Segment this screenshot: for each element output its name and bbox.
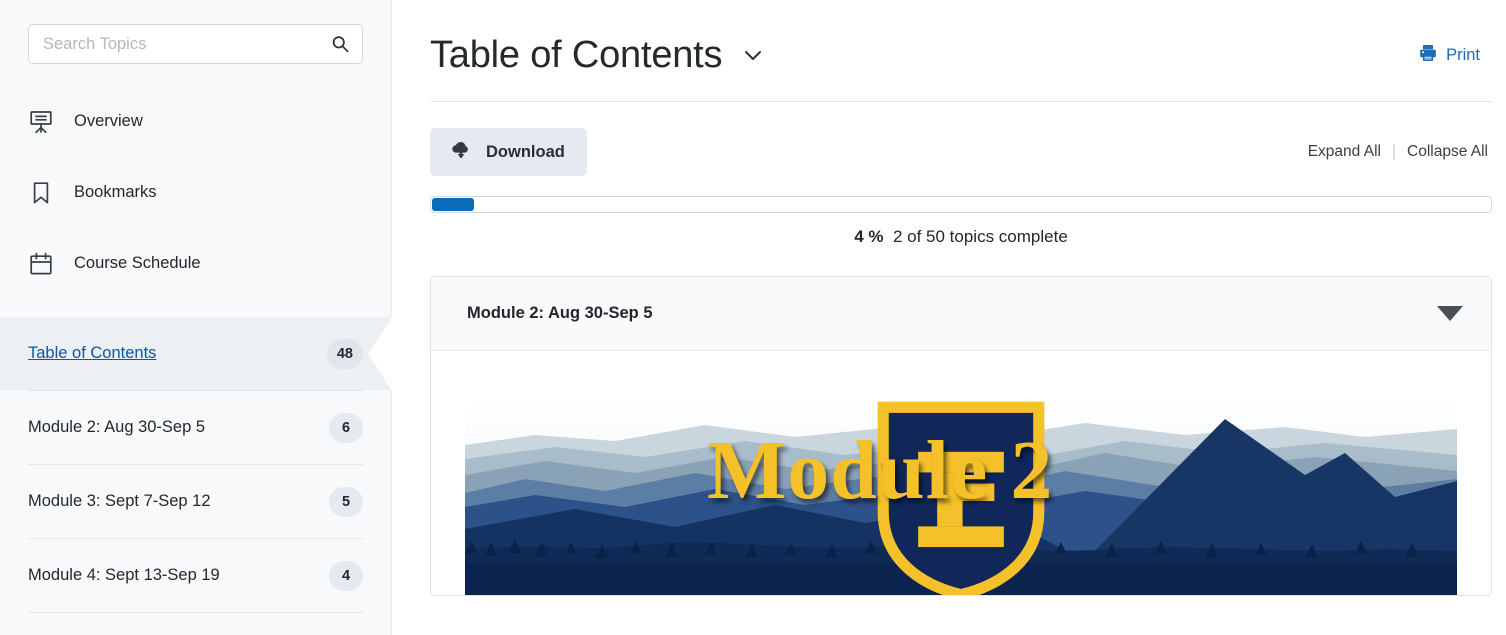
sidebar-item-module-2[interactable]: Module 2: Aug 30-Sep 5 6 <box>0 391 391 464</box>
toc-item-count-badge: 5 <box>329 486 363 517</box>
page-root: Overview Bookmarks Cou <box>0 0 1506 635</box>
module-title: Module 2: Aug 30-Sep 5 <box>467 304 653 322</box>
sidebar-nav: Overview Bookmarks Course Schedule <box>0 86 391 299</box>
toolbar: Download Expand All | Collapse All <box>430 128 1492 176</box>
toc-item-count-badge: 6 <box>329 412 363 443</box>
download-button[interactable]: Download <box>430 128 587 176</box>
module-card: Module 2: Aug 30-Sep 5 Module 2 <box>430 276 1492 596</box>
printer-icon <box>1418 43 1438 68</box>
sidebar-item-module-4[interactable]: Module 4: Sept 13-Sep 19 4 <box>0 539 391 612</box>
toc-item-label: Module 3: Sept 7-Sep 12 <box>28 492 211 510</box>
search-input[interactable] <box>43 34 330 54</box>
toc-list: Table of Contents 48 Module 2: Aug 30-Se… <box>0 317 391 613</box>
toc-item-count-badge: 48 <box>326 338 363 369</box>
print-button[interactable]: Print <box>1418 43 1492 68</box>
cloud-download-icon <box>450 139 472 166</box>
progress-bar-fill <box>432 198 475 211</box>
sidebar-item-table-of-contents[interactable]: Table of Contents 48 <box>0 317 391 390</box>
progress-topics-text: 2 of 50 topics complete <box>892 227 1068 246</box>
toc-item-label: Module 2: Aug 30-Sep 5 <box>28 418 206 436</box>
expand-all-button[interactable]: Expand All <box>1308 143 1381 161</box>
download-label: Download <box>486 142 565 161</box>
search-container <box>0 0 391 64</box>
sidebar-item-label: Overview <box>74 112 143 130</box>
page-title-group: Table of Contents <box>430 34 764 77</box>
collapse-all-button[interactable]: Collapse All <box>1407 143 1488 161</box>
sidebar: Overview Bookmarks Cou <box>0 0 392 635</box>
print-label: Print <box>1446 45 1480 64</box>
search-box[interactable] <box>28 24 363 64</box>
progress-bar <box>430 196 1492 213</box>
triangle-down-icon[interactable] <box>1437 306 1463 321</box>
divider <box>28 612 363 613</box>
page-title: Table of Contents <box>430 33 723 76</box>
module-body: Module 2 <box>431 351 1491 595</box>
sidebar-item-module-3[interactable]: Module 3: Sept 7-Sep 12 5 <box>0 465 391 538</box>
sidebar-item-overview[interactable]: Overview <box>0 86 391 157</box>
search-icon[interactable] <box>330 34 350 54</box>
header-divider <box>430 101 1492 102</box>
toc-item-label: Module 4: Sept 13-Sep 19 <box>28 566 220 584</box>
toc-item-count-badge: 4 <box>329 560 363 591</box>
calendar-icon <box>28 251 54 277</box>
progress-percent: 4 % <box>854 227 884 246</box>
progress-section: 4 % 2 of 50 topics complete <box>430 196 1492 247</box>
sidebar-item-course-schedule[interactable]: Course Schedule <box>0 228 391 299</box>
module-header[interactable]: Module 2: Aug 30-Sep 5 <box>431 277 1491 351</box>
sidebar-item-bookmarks[interactable]: Bookmarks <box>0 157 391 228</box>
expand-collapse-controls: Expand All | Collapse All <box>1308 143 1492 161</box>
main-content: Table of Contents Print Download Expand … <box>392 0 1506 635</box>
banner-heading: Module 2 <box>707 424 1054 517</box>
separator: | <box>1391 143 1396 160</box>
sidebar-item-label: Bookmarks <box>74 183 157 201</box>
page-header: Table of Contents Print <box>430 0 1492 88</box>
sidebar-item-label: Course Schedule <box>74 254 201 272</box>
bookmark-icon <box>28 180 54 206</box>
progress-status: 4 % 2 of 50 topics complete <box>430 227 1492 247</box>
toc-item-label: Table of Contents <box>28 344 157 362</box>
chevron-down-icon[interactable] <box>742 44 764 66</box>
presentation-icon <box>28 109 54 135</box>
module-banner-image: Module 2 <box>465 401 1457 595</box>
